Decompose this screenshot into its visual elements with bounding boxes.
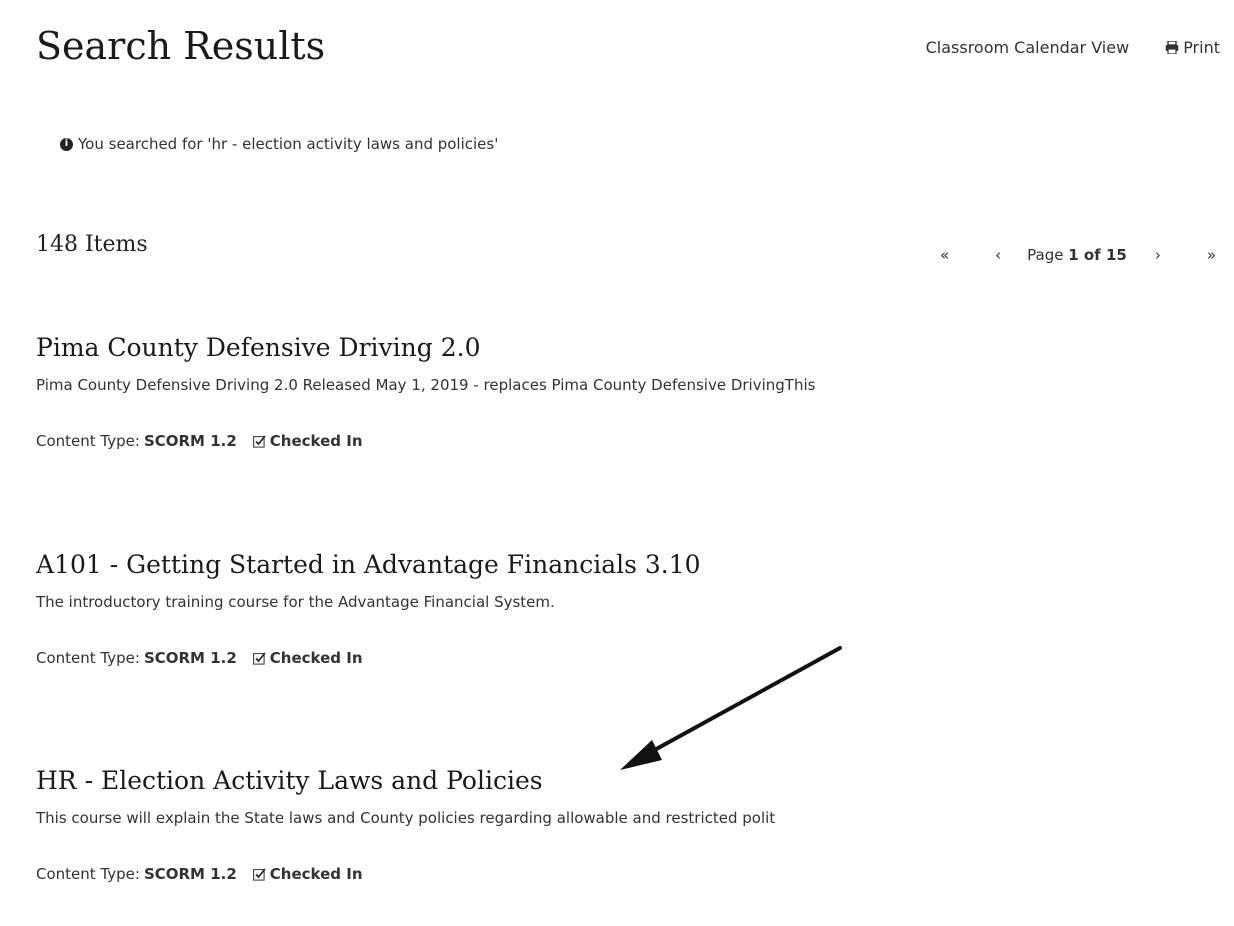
checkbox-check-icon (252, 867, 266, 881)
content-type-label: Content Type: (36, 649, 140, 667)
header-links: Classroom Calendar View Print (926, 38, 1220, 57)
status-badge: Checked In (252, 865, 363, 883)
result-title[interactable]: A101 - Getting Started in Advantage Fina… (36, 550, 1186, 579)
info-icon: i (60, 137, 73, 151)
result-meta: Content Type: SCORM 1.2 Checked In (36, 865, 1186, 883)
classroom-calendar-view-link[interactable]: Classroom Calendar View (926, 38, 1130, 57)
result-description: The introductory training course for the… (36, 593, 555, 611)
checkbox-check-icon (252, 434, 266, 448)
content-type-value: SCORM 1.2 (143, 865, 237, 883)
current-page: 1 (1068, 246, 1079, 264)
page-title: Search Results (36, 24, 326, 68)
status-badge: Checked In (252, 649, 363, 667)
status-text: Checked In (269, 865, 363, 883)
status-badge: Checked In (252, 432, 363, 450)
arrow-annotation (620, 646, 842, 770)
content-type-label: Content Type: (36, 865, 140, 883)
page-info: Page 1 of 15 (1027, 246, 1127, 264)
classroom-calendar-view-label: Classroom Calendar View (925, 38, 1130, 57)
checkbox-check-icon (252, 651, 266, 665)
first-page-button[interactable]: « (936, 246, 953, 264)
search-note-text: You searched for 'hr - election activity… (78, 135, 499, 153)
content-type-value: SCORM 1.2 (143, 649, 237, 667)
total-pages: 15 (1105, 246, 1127, 264)
print-link[interactable]: Print (1165, 38, 1220, 57)
result-title[interactable]: Pima County Defensive Driving 2.0 (36, 333, 1186, 362)
pager: « ‹ Page 1 of 15 › » (936, 246, 1220, 264)
result-item: Pima County Defensive Driving 2.0 Pima C… (36, 333, 1186, 450)
prev-page-button[interactable]: ‹ (991, 246, 1005, 264)
status-text: Checked In (269, 432, 363, 450)
status-text: Checked In (269, 649, 363, 667)
result-item: HR - Election Activity Laws and Policies… (36, 766, 1186, 883)
page-of-label: of (1078, 246, 1106, 264)
last-page-button[interactable]: » (1203, 246, 1220, 264)
printer-icon (1165, 41, 1179, 54)
next-page-button[interactable]: › (1151, 246, 1165, 264)
page-prefix: Page (1027, 246, 1069, 264)
search-note: i You searched for 'hr - election activi… (60, 135, 498, 153)
items-count: 148 Items (36, 232, 148, 257)
content-type-label: Content Type: (36, 432, 140, 450)
result-meta: Content Type: SCORM 1.2 Checked In (36, 432, 1186, 450)
print-label: Print (1183, 38, 1220, 57)
result-description: This course will explain the State laws … (36, 809, 776, 827)
result-description: Pima County Defensive Driving 2.0 Releas… (36, 376, 816, 394)
content-type-value: SCORM 1.2 (143, 432, 237, 450)
